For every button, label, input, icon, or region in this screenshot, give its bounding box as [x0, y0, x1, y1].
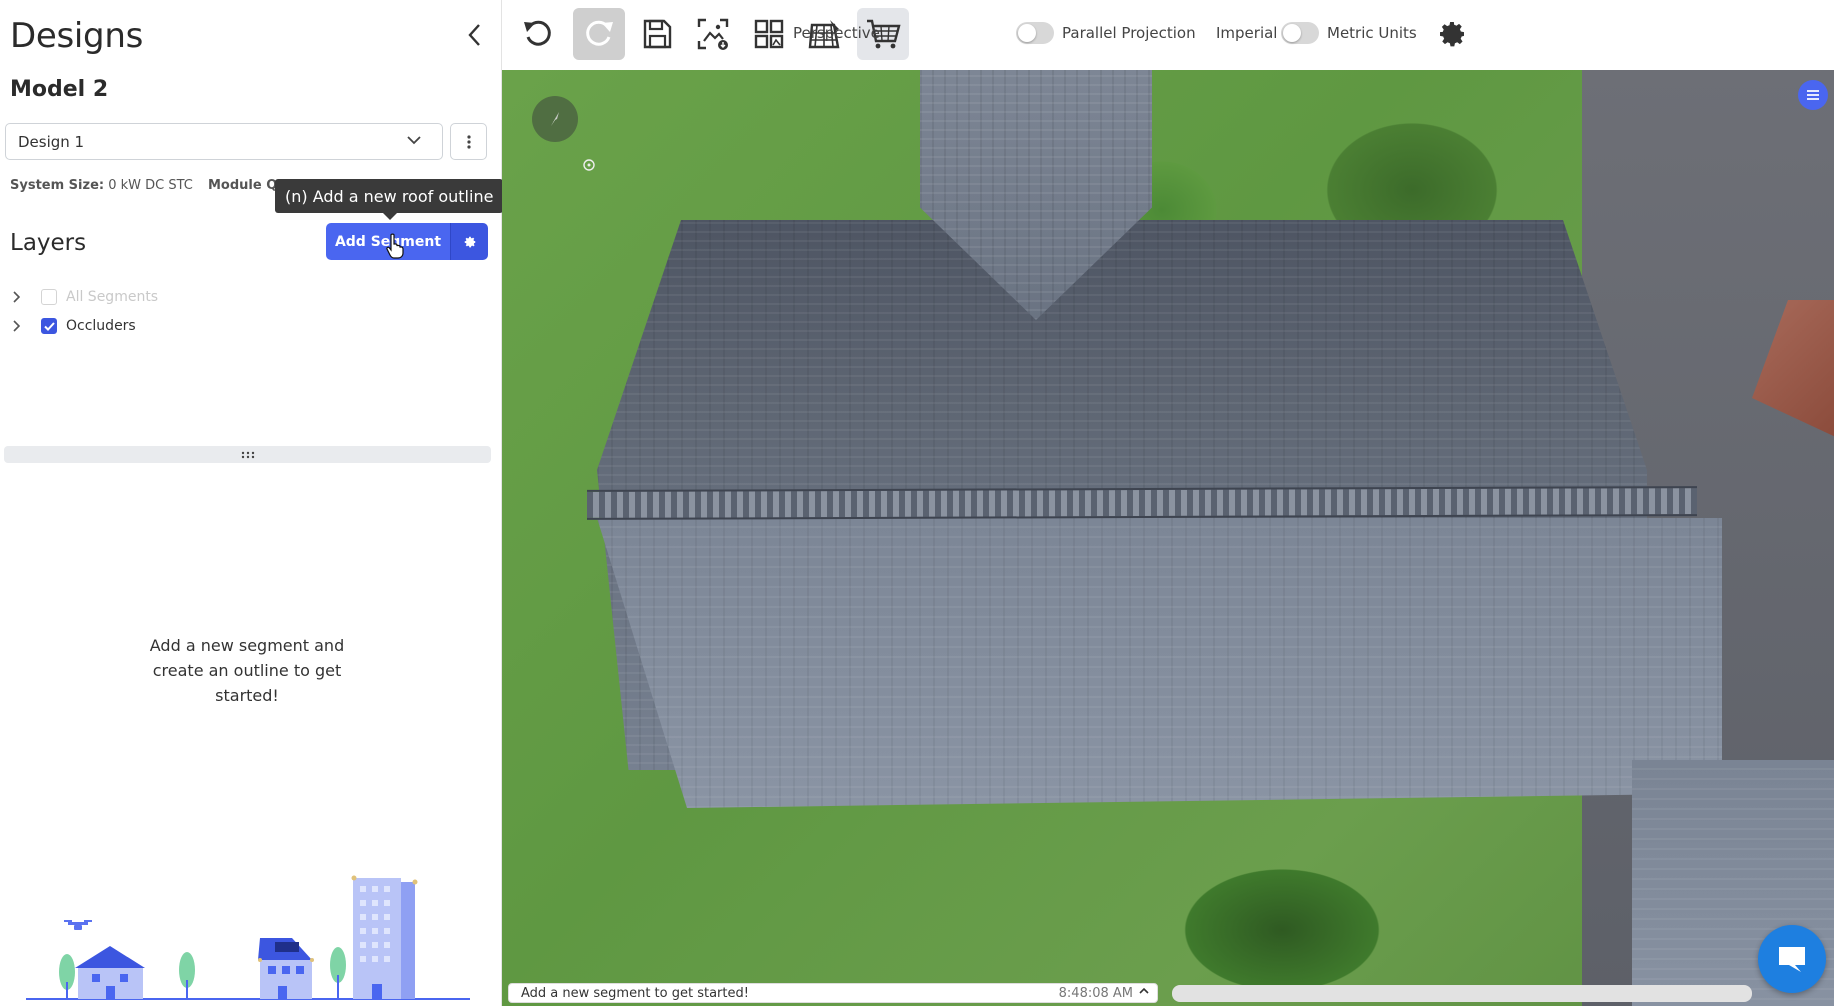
- gear-icon: [464, 236, 475, 247]
- status-time: 8:48:08 AM: [1058, 985, 1133, 1001]
- menu-icon: [1807, 90, 1819, 100]
- redo-icon: [586, 20, 613, 46]
- compass-needle-icon: [551, 112, 559, 126]
- layer-label: Occluders: [66, 318, 136, 334]
- drag-handle-icon: [241, 451, 254, 458]
- save-button[interactable]: [631, 8, 683, 60]
- sidebar-title: Designs: [10, 16, 144, 56]
- viewport-menu-button[interactable]: [1798, 80, 1828, 110]
- layout-view-button[interactable]: [743, 8, 795, 60]
- layout-grid-icon: [754, 19, 784, 49]
- chevron-left-icon: [468, 24, 480, 46]
- undo-button[interactable]: [512, 8, 564, 60]
- more-vertical-icon: [466, 134, 471, 149]
- design-select-value: Design 1: [18, 132, 85, 151]
- add-segment-group: Add Segment: [326, 223, 488, 260]
- design-select[interactable]: Design 1: [5, 123, 443, 160]
- units-toggle[interactable]: [1281, 22, 1319, 44]
- undo-icon: [524, 20, 551, 46]
- design-options-button[interactable]: [450, 123, 487, 160]
- chevron-right-icon: [13, 291, 20, 303]
- system-info: System Size: 0 kW DC STC Module Q: [10, 178, 277, 193]
- 3d-viewport[interactable]: [502, 70, 1834, 1006]
- chevron-up-icon[interactable]: [1139, 986, 1149, 996]
- save-icon: [643, 19, 672, 49]
- roof-ridge: [587, 486, 1697, 520]
- designs-sidebar: Designs Model 2 Design 1 System Size: 0 …: [0, 0, 504, 1006]
- layer-row-occluders: Occluders: [12, 315, 136, 337]
- crosshair-icon[interactable]: [582, 158, 596, 172]
- check-icon: [43, 321, 55, 331]
- layer-row-all-segments: All Segments: [12, 286, 158, 308]
- chat-support-button[interactable]: [1758, 925, 1826, 993]
- parallel-projection-label: Parallel Projection: [1062, 24, 1196, 42]
- projection-toggle-knob: [1018, 24, 1036, 42]
- redo-button[interactable]: [573, 8, 625, 60]
- occluders-checkbox[interactable]: [41, 318, 57, 334]
- settings-button[interactable]: [1426, 8, 1478, 60]
- chevron-right-icon: [13, 320, 20, 332]
- system-size-value: 0 kW DC STC: [108, 178, 193, 193]
- roof-lower-plane: [597, 518, 1722, 808]
- expand-all-segments-toggle[interactable]: [12, 291, 28, 303]
- chat-icon: [1779, 947, 1805, 972]
- all-segments-checkbox[interactable]: [41, 289, 57, 305]
- system-size-label: System Size:: [10, 178, 105, 193]
- expand-occluders-toggle[interactable]: [12, 320, 28, 332]
- empty-state-message: Add a new segment and create an outline …: [149, 636, 345, 705]
- panel-resize-handle[interactable]: [4, 446, 491, 463]
- add-segment-tooltip: (n) Add a new roof outline: [275, 179, 504, 220]
- export-image-icon: [697, 18, 729, 50]
- projection-toggle[interactable]: [1016, 22, 1054, 44]
- main-toolbar: Perspective Parallel Projection Imperial…: [502, 0, 1834, 70]
- compass-control[interactable]: [532, 96, 578, 142]
- gear-icon: [1440, 22, 1464, 47]
- collapse-sidebar-button[interactable]: [458, 18, 492, 52]
- imperial-label: Imperial: [1216, 24, 1278, 42]
- module-label: Module Q: [208, 178, 278, 193]
- metric-units-label: Metric Units: [1327, 24, 1417, 42]
- units-toggle-knob: [1283, 24, 1301, 42]
- status-message: Add a new segment to get started!: [521, 985, 749, 1001]
- layer-label: All Segments: [66, 289, 159, 305]
- chevron-down-icon: [407, 136, 421, 145]
- layers-title: Layers: [10, 230, 87, 256]
- model-title: Model 2: [10, 77, 109, 102]
- pointer-hand-icon: [386, 233, 404, 259]
- status-progress-track: [1172, 985, 1752, 1002]
- export-image-button[interactable]: [687, 8, 739, 60]
- perspective-label: Perspective: [793, 24, 880, 42]
- segment-settings-button[interactable]: [450, 223, 488, 260]
- empty-state-illustration: [26, 875, 470, 1000]
- status-bar: Add a new segment to get started! 8:48:0…: [508, 983, 1158, 1003]
